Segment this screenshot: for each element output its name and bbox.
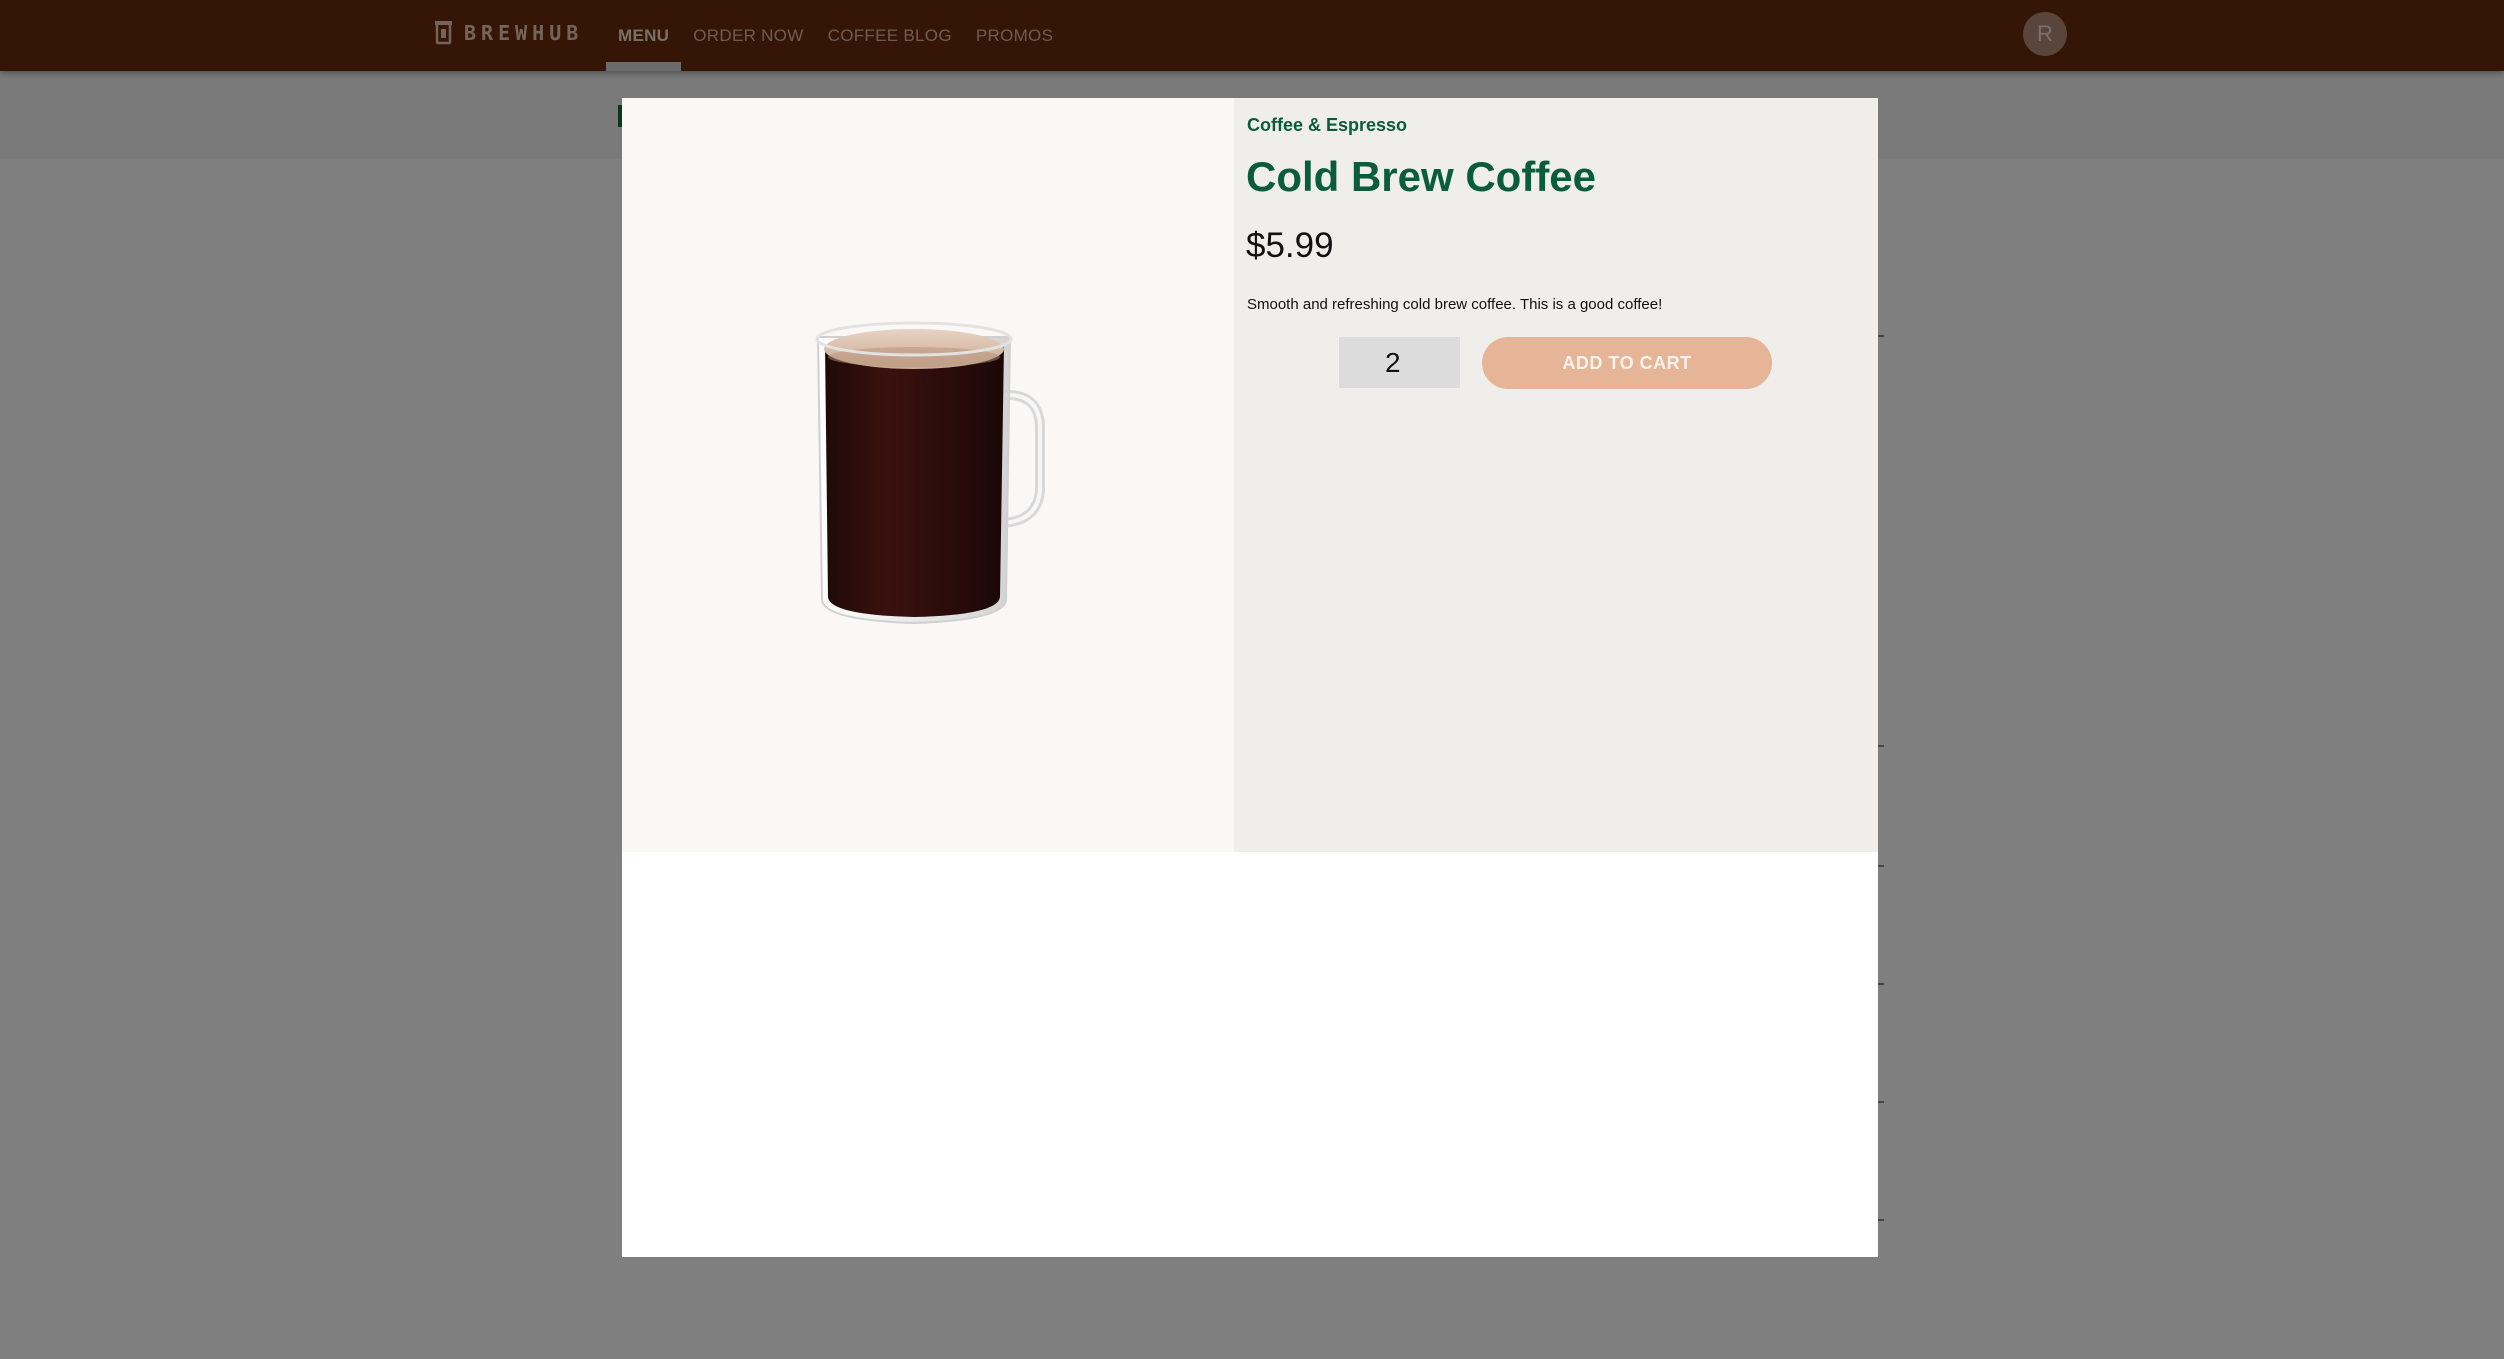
product-modal: Coffee & Espresso Cold Brew Coffee $5.99… xyxy=(622,98,1878,1257)
quantity-input[interactable] xyxy=(1339,337,1460,388)
product-title: Cold Brew Coffee xyxy=(1246,153,1597,200)
product-category: Coffee & Espresso xyxy=(1247,115,1408,135)
product-description: Smooth and refreshing cold brew coffee. … xyxy=(1247,296,1663,313)
product-info-pane: Coffee & Espresso Cold Brew Coffee $5.99… xyxy=(1234,98,1878,852)
add-to-cart-button[interactable]: ADD TO CART xyxy=(1482,337,1772,389)
product-price: $5.99 xyxy=(1246,226,1334,265)
product-image-pane xyxy=(622,98,1234,852)
cold-brew-mug-image xyxy=(815,321,1045,625)
